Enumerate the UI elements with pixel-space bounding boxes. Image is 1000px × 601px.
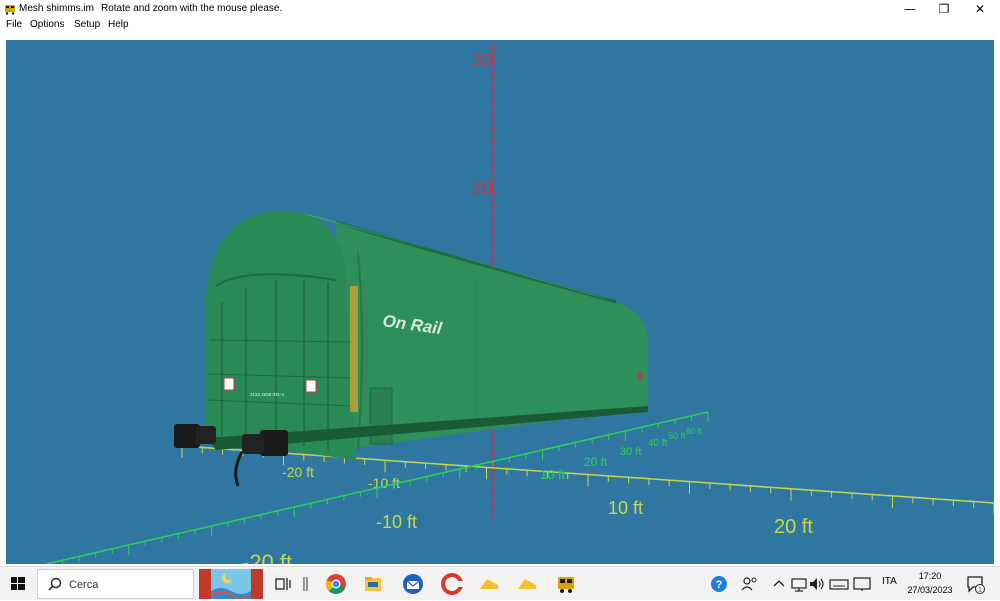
floor-axis-label-a: -20 ft (282, 464, 314, 480)
menu-help[interactable]: Help (108, 19, 129, 30)
app-window: Mesh shimms.im Rotate and zoom with the … (0, 0, 1000, 566)
depth-axis-label-40: 40 ft (648, 438, 668, 449)
ccleaner-icon[interactable] (441, 573, 463, 595)
wagon-buffer-right (260, 430, 288, 456)
3d-viewport[interactable]: 30 20 -20 ft -10 ft 10 ft 20 ft -10 ft -… (6, 40, 994, 564)
search-icon (48, 577, 62, 591)
display-icon[interactable] (851, 573, 873, 595)
train-app-taskbar-icon[interactable] (555, 573, 577, 595)
people-icon[interactable] (739, 573, 761, 595)
search-placeholder: Cerca (69, 579, 99, 591)
windows-start-icon[interactable] (0, 567, 36, 601)
depth-axis-label-50: 50 ft (668, 431, 686, 441)
minimize-button[interactable]: — (892, 0, 928, 18)
task-view-icon[interactable] (272, 573, 294, 595)
help-icon[interactable]: ? (708, 573, 730, 595)
floor-axis-label-e: -10 ft (376, 512, 417, 532)
depth-axis-label-20: 20 ft (584, 455, 608, 469)
floor-axis-label-f: -20 ft (242, 550, 292, 564)
file-explorer-icon[interactable] (362, 573, 384, 595)
3d-scene[interactable]: 30 20 -20 ft -10 ft 10 ft 20 ft -10 ft -… (6, 40, 994, 564)
chevron-up-icon[interactable] (768, 573, 790, 595)
vertical-axis-label-20: 20 (472, 178, 492, 198)
vertical-axis-label-30: 30 (472, 50, 492, 70)
search-highlight-icon[interactable] (199, 569, 263, 599)
depth-axis-label-30: 30 ft (620, 446, 641, 458)
depth-axis-label-10: 10 ft (540, 467, 566, 482)
wagon-small-marking: 2133 2638 031-2 (250, 392, 285, 397)
title-bar[interactable]: Mesh shimms.im Rotate and zoom with the … (0, 0, 1000, 18)
train-app-icon (5, 5, 15, 15)
menu-options[interactable]: Options (30, 19, 64, 30)
cheese-app-icon[interactable] (478, 573, 500, 595)
depth-axis-label-60: 60 ft (686, 427, 702, 436)
svg-text:?: ? (716, 579, 723, 591)
menu-setup[interactable]: Setup (74, 19, 100, 30)
keyboard-icon[interactable] (828, 573, 850, 595)
notification-count: 1 (978, 587, 982, 594)
floor-axis-label-d: 20 ft (774, 516, 813, 538)
close-button[interactable]: ✕ (962, 0, 998, 18)
wagon-model: 2133 2638 031-2 On Rail (174, 211, 648, 487)
cheese-app-icon-2[interactable] (516, 573, 538, 595)
language-indicator[interactable]: ITA (882, 576, 897, 587)
restore-button[interactable]: ❐ (926, 0, 962, 18)
window-hint: Rotate and zoom with the mouse please. (101, 3, 283, 14)
chrome-icon[interactable] (325, 573, 347, 595)
divider-icon (303, 577, 308, 591)
clock-time[interactable]: 17:20 (908, 571, 952, 581)
menu-bar: File Options Setup Help (0, 18, 1000, 33)
wagon-end-face (206, 211, 356, 460)
taskbar: Cerca ? ITA 17:20 27/03/2023 1 (0, 566, 1000, 600)
menu-file[interactable]: File (6, 19, 22, 30)
clock-date[interactable]: 27/03/2023 (906, 585, 954, 595)
notification-icon[interactable]: 1 (964, 573, 986, 595)
search-input[interactable]: Cerca (37, 569, 194, 599)
thunderbird-icon[interactable] (402, 573, 424, 595)
window-title: Mesh shimms.im (19, 3, 95, 14)
floor-axis-label-c: 10 ft (608, 498, 643, 518)
volume-icon[interactable] (806, 573, 828, 595)
